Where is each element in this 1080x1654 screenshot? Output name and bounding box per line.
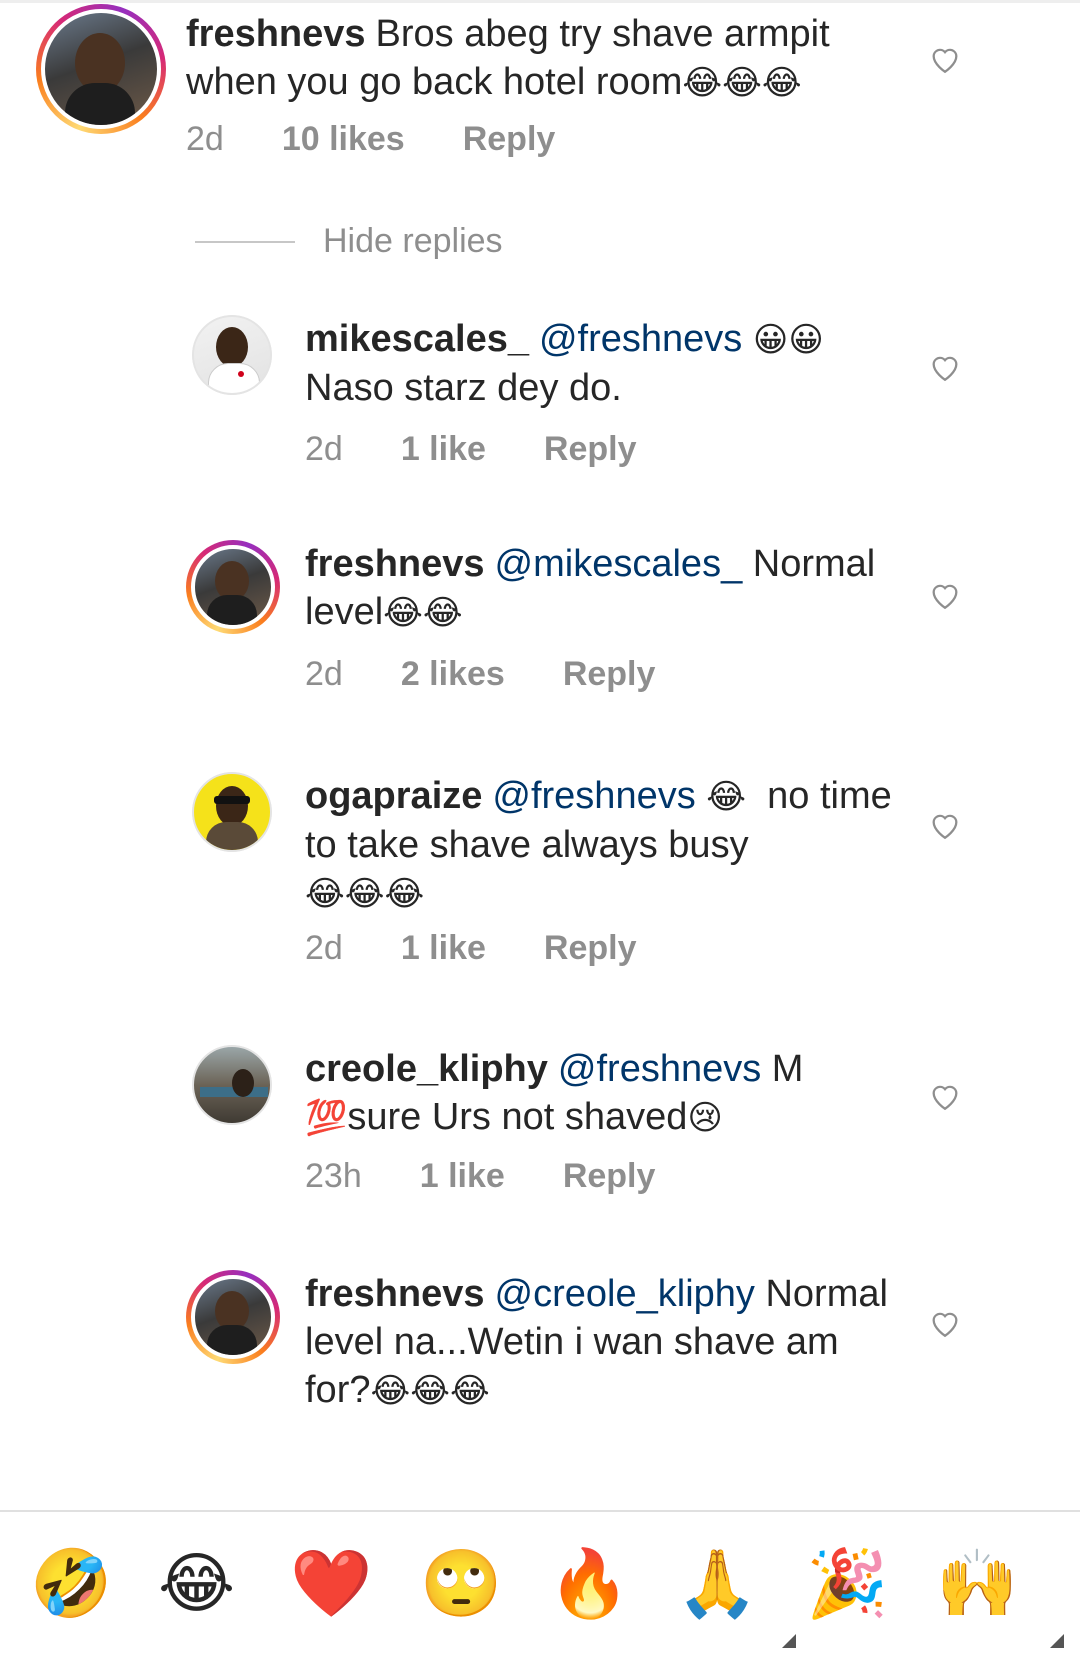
avatar[interactable] (192, 315, 272, 395)
comment-time: 2d (186, 120, 224, 158)
reply-button[interactable]: Reply (463, 120, 556, 159)
comment-text: creole_kliphy @freshnevs M 💯sure Urs not … (305, 1045, 925, 1142)
comment-emoji: 💯 (305, 1098, 348, 1138)
like-heart-icon[interactable] (928, 350, 962, 384)
comment-time: 23h (305, 1157, 362, 1195)
hide-replies-line (195, 240, 295, 243)
comment-mention[interactable]: @creole_kliphy (495, 1273, 755, 1315)
like-heart-icon[interactable] (928, 808, 962, 842)
comment-text: ogapraize @freshnevs 😂 no time to take sh… (305, 772, 925, 918)
folded-hands-emoji-icon[interactable]: 🙏 (676, 1544, 758, 1624)
comment-meta: 2d 10 likes Reply (186, 120, 613, 159)
comment-emoji: 😀😀 (752, 320, 824, 360)
comment-username[interactable]: ogapraize (305, 775, 482, 817)
corner-indicator (1050, 1634, 1064, 1648)
reply-button[interactable]: Reply (544, 430, 637, 469)
tears-of-joy-emoji-icon[interactable]: 😂 (158, 1544, 235, 1624)
comment-time: 2d (305, 430, 343, 468)
comment-likes[interactable]: 2 likes (401, 655, 505, 694)
comment-emoji: 😂😂😂 (305, 874, 425, 914)
like-heart-icon[interactable] (928, 1079, 962, 1113)
comment-username[interactable]: mikescales_ (305, 318, 529, 360)
comment-meta: 2d 1 like Reply (305, 929, 695, 968)
raising-hands-emoji-icon[interactable]: 🙌 (936, 1544, 1018, 1624)
comment-meta: 2d 2 likes Reply (305, 655, 713, 694)
comment-username[interactable]: freshnevs (186, 13, 366, 55)
comment-username[interactable]: freshnevs (305, 1273, 485, 1315)
heart-emoji-icon[interactable]: ❤️ (290, 1544, 372, 1624)
comment-emoji: 😂 (706, 777, 747, 817)
comment-mention[interactable]: @freshnevs (492, 775, 695, 817)
like-heart-icon[interactable] (928, 42, 962, 76)
avatar[interactable] (192, 1045, 272, 1125)
comment-text: freshnevs Bros abeg try shave armpit when… (186, 10, 886, 107)
like-heart-icon[interactable] (928, 1306, 962, 1340)
comment-body-2: sure Urs not shaved (347, 1096, 688, 1138)
corner-indicator (782, 1634, 796, 1648)
comment-text: freshnevs @mikescales_ Normal level😂😂 (305, 540, 925, 637)
avatar[interactable] (192, 772, 272, 852)
reply-button[interactable]: Reply (563, 655, 656, 694)
comment-username[interactable]: freshnevs (305, 543, 485, 585)
comment-meta: 23h 1 like Reply (305, 1157, 713, 1196)
like-heart-icon[interactable] (928, 578, 962, 612)
comment-username[interactable]: creole_kliphy (305, 1048, 548, 1090)
comment-emoji: 😢 (687, 1098, 723, 1138)
avatar[interactable] (186, 1270, 280, 1364)
fire-emoji-icon[interactable]: 🔥 (548, 1544, 630, 1624)
comment-body: M (771, 1048, 804, 1090)
comment-text: mikescales_ @freshnevs 😀😀 Naso starz dey … (305, 315, 925, 412)
comment-likes[interactable]: 1 like (401, 430, 486, 469)
comment-mention[interactable]: @mikescales_ (495, 543, 743, 585)
comment-emoji: 😂😂 (383, 593, 463, 633)
avatar[interactable] (36, 4, 166, 134)
comment-emoji: 😂😂😂 (370, 1371, 490, 1411)
comment-likes[interactable]: 1 like (401, 929, 486, 968)
comment-likes[interactable]: 1 like (420, 1157, 505, 1196)
comment-emoji: 😂😂😂 (682, 63, 802, 103)
eye-roll-emoji-icon[interactable]: 🙄 (420, 1544, 502, 1624)
reply-button[interactable]: Reply (544, 929, 637, 968)
reply-button[interactable]: Reply (563, 1157, 656, 1196)
rofl-emoji-icon[interactable]: 🤣 (30, 1544, 112, 1624)
comment-time: 2d (305, 655, 343, 693)
top-divider (0, 0, 1080, 3)
comment-text: freshnevs @creole_kliphy Normal level na.… (305, 1270, 905, 1415)
comment-meta: 2d 1 like Reply (305, 430, 695, 469)
quick-reaction-bar: 🤣 😂 ❤️ 🙄 🔥 🙏 🎉 🙌 (0, 1510, 1080, 1654)
comment-mention[interactable]: @freshnevs (539, 318, 742, 360)
hide-replies-toggle[interactable]: Hide replies (195, 222, 503, 261)
hide-replies-label[interactable]: Hide replies (323, 222, 503, 261)
avatar[interactable] (186, 540, 280, 634)
comment-mention[interactable]: @freshnevs (558, 1048, 761, 1090)
comment-likes[interactable]: 10 likes (282, 120, 405, 159)
party-emoji-icon[interactable]: 🎉 (806, 1544, 888, 1624)
comment-time: 2d (305, 929, 343, 967)
comment-body: Naso starz dey do. (305, 367, 622, 409)
